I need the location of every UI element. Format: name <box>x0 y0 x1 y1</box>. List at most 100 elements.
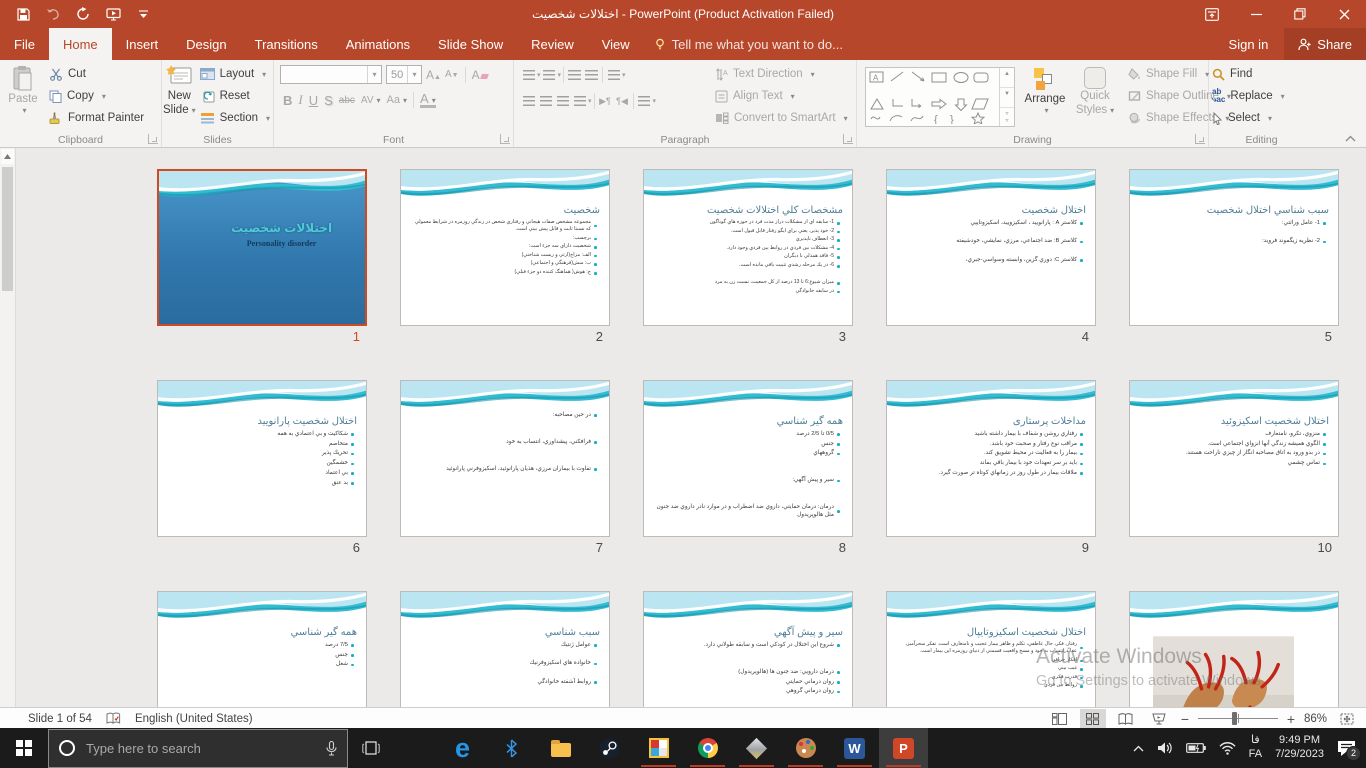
start-from-beginning-icon[interactable] <box>98 0 128 28</box>
zoom-slider[interactable] <box>1198 709 1278 728</box>
drawing-dialog-launcher[interactable] <box>1195 134 1205 144</box>
search-input[interactable] <box>84 740 278 757</box>
chrome-icon[interactable] <box>683 728 732 768</box>
task-view-button[interactable] <box>348 728 394 768</box>
zoom-percentage[interactable]: 86% <box>1304 713 1327 725</box>
normal-view-button[interactable] <box>1047 709 1073 728</box>
slide-show-button[interactable] <box>1146 709 1172 728</box>
volume-icon[interactable] <box>1157 741 1173 755</box>
ltr-direction-icon[interactable]: ▶¶ <box>597 92 614 110</box>
collapse-ribbon-icon[interactable] <box>1345 135 1356 142</box>
bluetooth-icon[interactable] <box>487 728 536 768</box>
steam-icon[interactable] <box>585 728 634 768</box>
photo-app-icon[interactable] <box>732 728 781 768</box>
font-name-combobox[interactable]: ▾ <box>280 65 382 84</box>
powerpoint-icon[interactable]: P <box>879 728 928 768</box>
wifi-icon[interactable] <box>1219 742 1236 755</box>
zoom-out-button[interactable]: − <box>1179 711 1191 727</box>
rtl-direction-icon[interactable]: ¶◀ <box>614 92 631 110</box>
repeat-icon[interactable] <box>68 0 98 28</box>
select-button[interactable]: Select <box>1209 107 1314 129</box>
text-shadow-button[interactable]: S <box>324 93 333 108</box>
clear-formatting-icon[interactable]: A <box>472 68 488 82</box>
bold-button[interactable]: B <box>283 93 292 108</box>
section-button[interactable]: Section <box>197 107 273 129</box>
strikethrough-button[interactable]: abc <box>339 95 355 106</box>
tab-design[interactable]: Design <box>172 28 240 60</box>
undo-icon[interactable] <box>38 0 68 28</box>
reset-button[interactable]: Reset <box>197 85 273 107</box>
slide-thumbnail-10[interactable]: اختلال شخصيت اسكيزوئيدمنزوي، تكرو، نامتع… <box>1129 380 1339 537</box>
decrease-indent-icon[interactable] <box>566 66 583 84</box>
shapes-scroll-up[interactable]: ▲ <box>1000 68 1014 88</box>
slide-thumbnail-1[interactable]: اختلالات شخصيتPersonality disorder <box>157 169 367 326</box>
fit-to-window-button[interactable] <box>1334 709 1360 728</box>
bullets-icon[interactable] <box>520 66 537 84</box>
character-spacing-button[interactable]: AV <box>361 95 381 106</box>
new-slide-button[interactable]: NewSlide <box>162 60 197 129</box>
language-indicator[interactable]: English (United States) <box>135 713 253 725</box>
reading-view-button[interactable] <box>1113 709 1139 728</box>
columns-icon[interactable] <box>636 92 653 110</box>
close-button[interactable] <box>1322 0 1366 28</box>
tab-transitions[interactable]: Transitions <box>241 28 332 60</box>
file-explorer-icon[interactable] <box>536 728 585 768</box>
ribbon-display-options-icon[interactable] <box>1190 0 1234 28</box>
slide-thumbnail-2[interactable]: شخصيتمجموعه مشخص صفات هيجاني و رفتاري شخ… <box>400 169 610 326</box>
align-right-icon[interactable] <box>554 92 571 110</box>
language-switcher[interactable]: فاFA <box>1249 734 1262 762</box>
font-color-button[interactable]: A <box>420 92 436 108</box>
tab-view[interactable]: View <box>588 28 644 60</box>
restore-button[interactable] <box>1278 0 1322 28</box>
taskbar-search-box[interactable] <box>48 729 348 768</box>
increase-indent-icon[interactable] <box>583 66 600 84</box>
slide-thumbnail-13[interactable]: سير و پيش آگهيشروع اين اختلال در كودكي ا… <box>643 591 853 707</box>
start-button[interactable] <box>0 728 48 768</box>
layout-button[interactable]: Layout <box>197 63 273 85</box>
tab-review[interactable]: Review <box>517 28 588 60</box>
vertical-scrollbar[interactable] <box>0 148 16 707</box>
slide-thumbnail-6[interactable]: اختلال شخصيت پارانوييدشكاكيت و بي اعتماد… <box>157 380 367 537</box>
justify-icon[interactable] <box>571 92 588 110</box>
share-button[interactable]: Share <box>1284 28 1366 60</box>
slide-thumbnail-7[interactable]: در حين مصاحبه:فرافكني، پيشداوري، انتساب … <box>400 380 610 537</box>
zoom-slider-thumb[interactable] <box>1232 712 1237 725</box>
text-direction-button[interactable]: A Text Direction <box>712 63 851 85</box>
tab-insert[interactable]: Insert <box>112 28 173 60</box>
paint-app-icon[interactable] <box>781 728 830 768</box>
paste-button[interactable]: Paste <box>0 60 46 129</box>
slide-thumbnail-12[interactable]: سبب شناسيعوامل ژنتيكخانواده هاي اسكيزوفر… <box>400 591 610 707</box>
font-size-combobox[interactable]: 50▾ <box>386 65 422 84</box>
media-app-icon[interactable] <box>634 728 683 768</box>
change-case-button[interactable]: Aa <box>387 94 407 106</box>
minimize-button[interactable] <box>1234 0 1278 28</box>
microphone-icon[interactable] <box>326 741 337 756</box>
italic-button[interactable]: I <box>298 92 302 108</box>
tab-home[interactable]: Home <box>49 28 112 60</box>
cut-button[interactable]: Cut <box>46 63 147 85</box>
slide-thumbnail-14[interactable]: اختلال شخصيت اسكيزوتايپالرفتار، فكر، حال… <box>886 591 1096 707</box>
clipboard-dialog-launcher[interactable] <box>148 134 158 144</box>
format-painter-button[interactable]: Format Painter <box>46 107 147 129</box>
find-button[interactable]: Find <box>1209 63 1314 85</box>
slide-thumbnail-4[interactable]: اختلال شخصيتكلاستر A : پارانوييد ، اسكيز… <box>886 169 1096 326</box>
sign-in-button[interactable]: Sign in <box>1213 37 1285 52</box>
slide-thumbnail-15[interactable] <box>1129 591 1339 707</box>
align-left-icon[interactable] <box>520 92 537 110</box>
shapes-more[interactable]: ▿▿ <box>1000 108 1014 126</box>
copy-button[interactable]: Copy <box>46 85 147 107</box>
tab-animations[interactable]: Animations <box>332 28 424 60</box>
shrink-font-icon[interactable]: A▼ <box>445 69 459 80</box>
align-center-icon[interactable] <box>537 92 554 110</box>
replace-button[interactable]: ab⤷ac Replace <box>1209 85 1314 107</box>
slide-thumbnail-8[interactable]: همه گير شناسي0/5 تا 2/5 درصدجنسگروههايسي… <box>643 380 853 537</box>
font-dialog-launcher[interactable] <box>500 134 510 144</box>
paragraph-dialog-launcher[interactable] <box>843 134 853 144</box>
slide-thumbnail-3[interactable]: مشخصات كلي اختلالات شخصيت1- سابقه اي از … <box>643 169 853 326</box>
zoom-in-button[interactable]: + <box>1285 711 1297 727</box>
underline-button[interactable]: U <box>309 93 318 108</box>
scrollbar-thumb[interactable] <box>2 167 13 291</box>
align-text-button[interactable]: Align Text <box>712 85 851 107</box>
slide-thumbnail-5[interactable]: سبب شناسي اختلال شخصيت1- عامل وراثتي:2- … <box>1129 169 1339 326</box>
convert-to-smartart-button[interactable]: Convert to SmartArt <box>712 107 851 129</box>
